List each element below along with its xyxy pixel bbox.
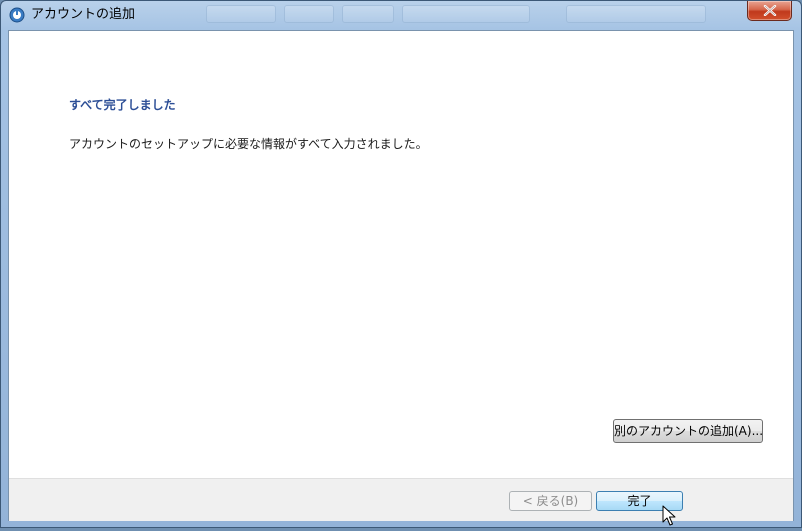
outlook-icon [9,7,25,23]
add-another-account-button[interactable]: 別のアカウントの追加(A)... [613,419,763,443]
completion-message: アカウントのセットアップに必要な情報がすべて入力されました。 [69,137,428,151]
mouse-pointer-icon [662,505,676,527]
window-title: アカウントの追加 [31,7,136,22]
background-taskbar-ghost [206,5,746,23]
close-button[interactable] [747,1,792,21]
dialog-window: アカウントの追加 すべて完了しました アカウントのセットアップに必要な情報がすべ… [0,0,802,528]
completion-heading: すべて完了しました [69,98,176,112]
dialog-content: すべて完了しました アカウントのセットアップに必要な情報がすべて入力されました。… [8,30,794,521]
close-icon [763,5,777,16]
title-bar[interactable]: アカウントの追加 [1,1,801,29]
back-button[interactable]: < 戻る(B) [509,491,592,511]
